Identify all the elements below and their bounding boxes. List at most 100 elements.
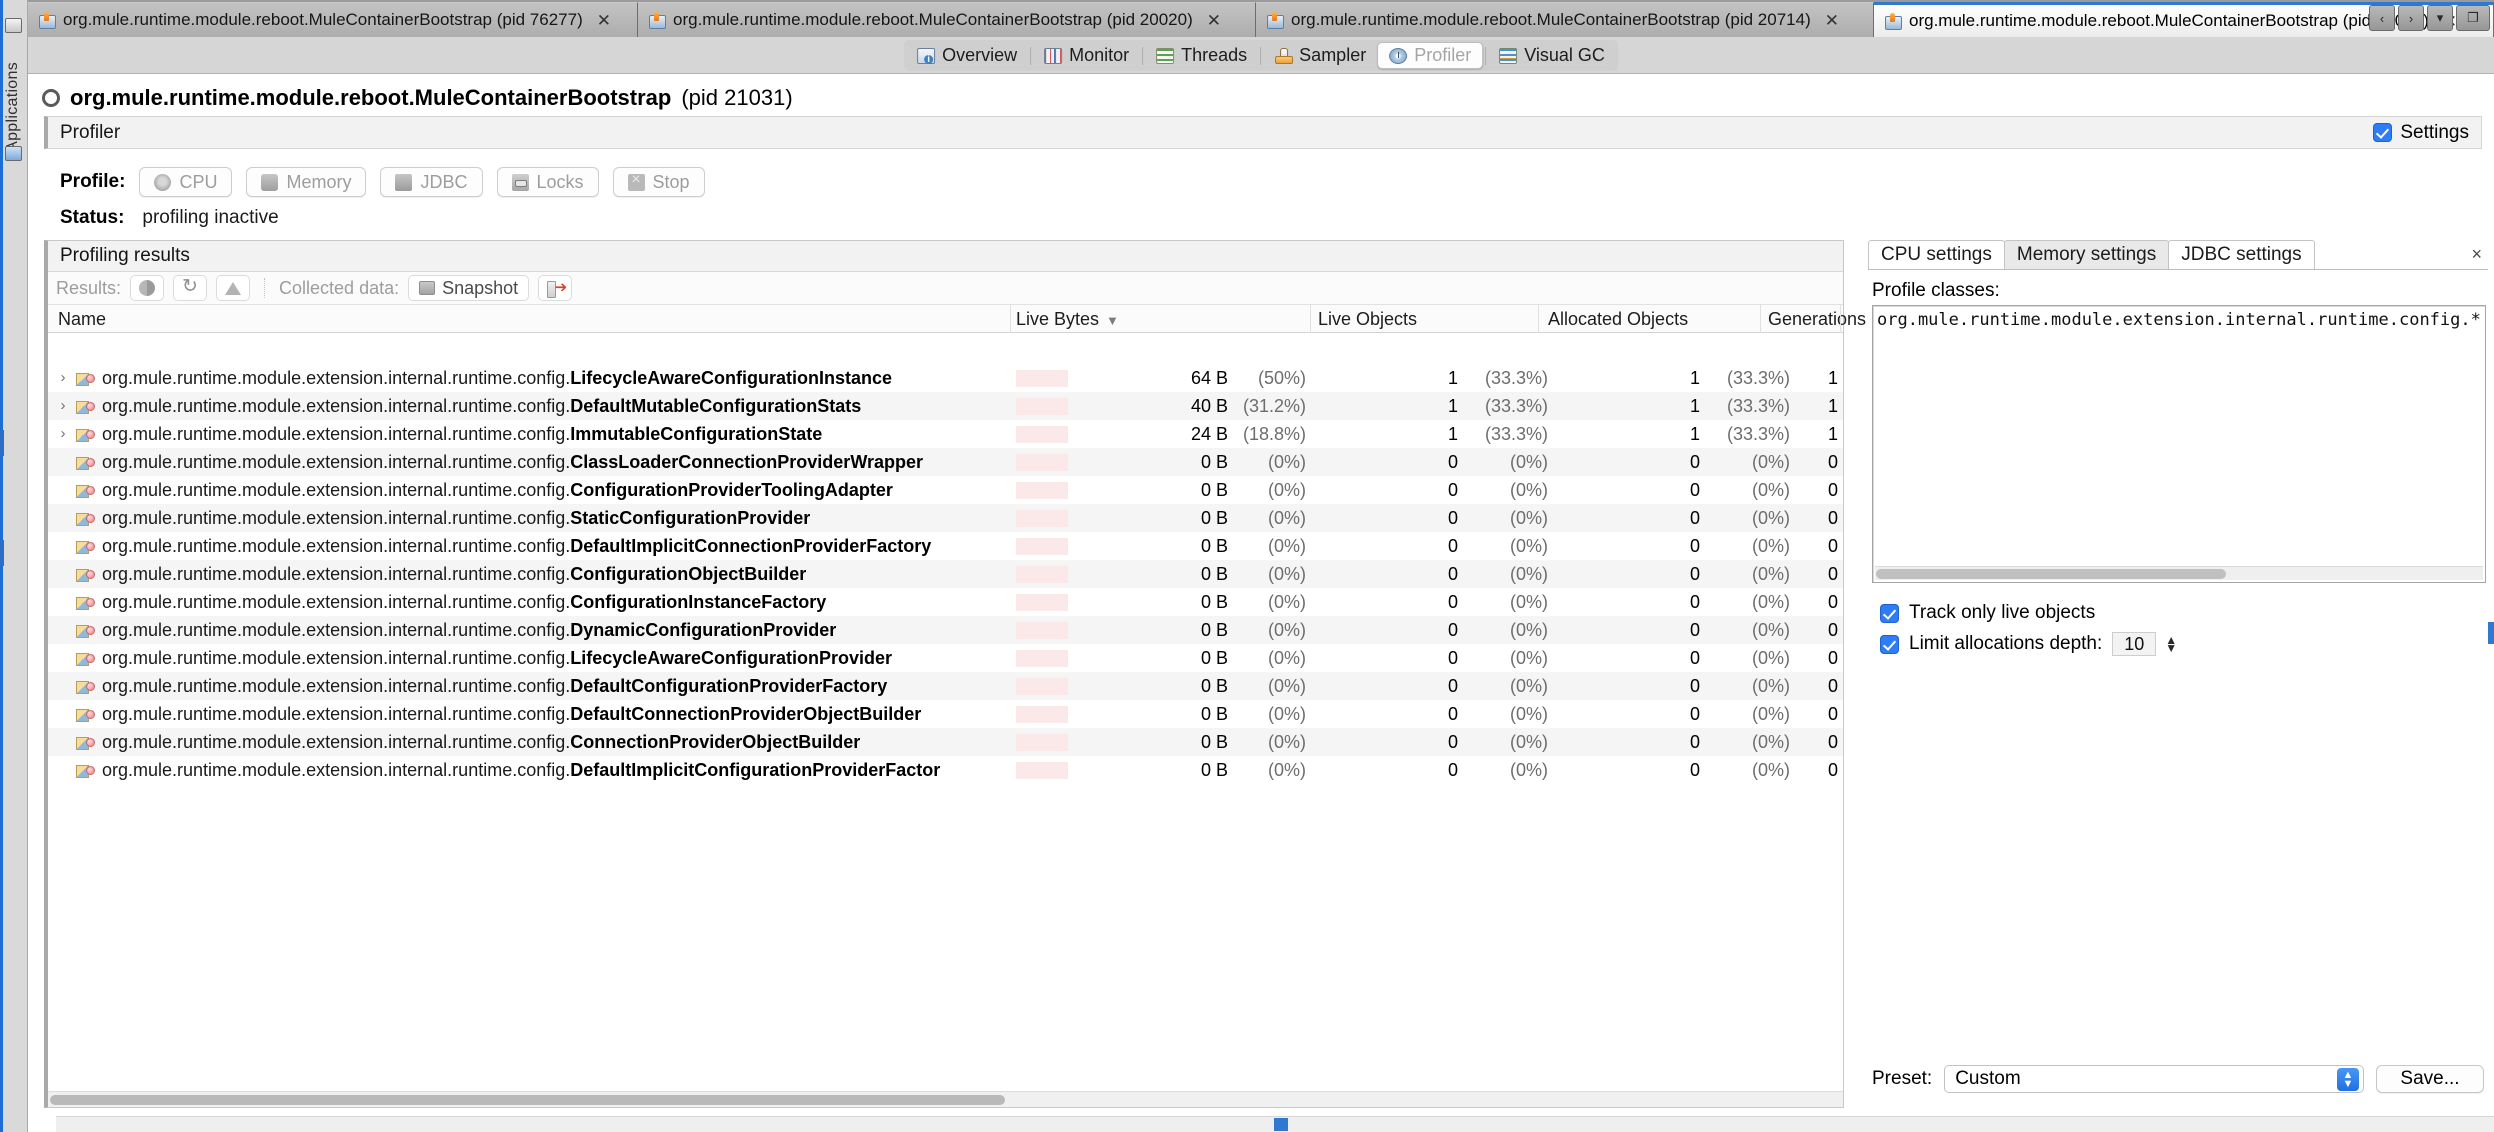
live-objects-percent-cell: (33.3%) — [1484, 368, 1548, 388]
window-tab-1[interactable]: org.mule.runtime.module.reboot.MuleConta… — [638, 2, 1256, 37]
table-row[interactable]: org.mule.runtime.module.extension.intern… — [48, 448, 1843, 476]
status-row: Status: profiling inactive — [60, 205, 279, 231]
expand-chevron-icon[interactable]: › — [56, 425, 70, 442]
scrollbar-thumb[interactable] — [1876, 569, 2226, 579]
profile-classes-input[interactable]: org.mule.runtime.module.extension.intern… — [1877, 310, 2481, 562]
profile-stop-button[interactable]: Stop — [612, 167, 705, 197]
column-header-name[interactable]: Name — [58, 309, 106, 330]
allocations-depth-input[interactable]: 10 — [2112, 632, 2157, 656]
column-header-allocated-objects[interactable]: Allocated Objects — [1548, 309, 1688, 330]
tab-threads[interactable]: Threads — [1145, 42, 1258, 69]
expand-chevron-icon[interactable]: › — [56, 397, 70, 414]
refresh-results-button[interactable] — [173, 275, 208, 301]
table-row[interactable]: › org.mule.runtime.module.extension.inter… — [48, 420, 1843, 448]
window-tab-0[interactable]: org.mule.runtime.module.reboot.MuleConta… — [28, 2, 638, 37]
tab-visual-gc[interactable]: Visual GC — [1488, 42, 1616, 69]
generations-cell: 0 — [1827, 592, 1838, 612]
table-row[interactable]: org.mule.runtime.module.extension.intern… — [48, 532, 1843, 560]
tab-jdbc-settings[interactable]: JDBC settings — [2168, 240, 2315, 269]
column-divider[interactable] — [1310, 305, 1311, 333]
column-divider[interactable] — [1760, 305, 1761, 333]
tab-next-button[interactable]: › — [2398, 5, 2424, 31]
class-name-cell: org.mule.runtime.module.extension.intern… — [102, 424, 823, 444]
close-icon[interactable]: ✕ — [1825, 12, 1839, 29]
delta-results-button[interactable] — [216, 275, 251, 301]
profile-locks-button[interactable]: Locks — [496, 167, 599, 197]
expand-chevron-icon[interactable]: › — [56, 369, 70, 386]
table-row[interactable]: › org.mule.runtime.module.extension.inter… — [48, 392, 1843, 420]
window-tab-2[interactable]: org.mule.runtime.module.reboot.MuleConta… — [1256, 2, 1874, 37]
column-header-live-bytes[interactable]: Live Bytes ▼ — [1016, 309, 1119, 330]
profile-memory-button[interactable]: Memory — [246, 167, 367, 197]
class-icon — [76, 622, 95, 638]
snapshot-icon — [419, 281, 436, 295]
live-bytes-percent-cell: (18.8%) — [1242, 424, 1306, 444]
tab-maximize-button[interactable]: ❐ — [2456, 5, 2490, 31]
live-bytes-percent-cell: (0%) — [1267, 704, 1306, 724]
applications-panel-icon[interactable] — [5, 18, 22, 33]
settings-toggle[interactable]: Settings — [2373, 122, 2469, 144]
table-row[interactable]: org.mule.runtime.module.extension.intern… — [48, 756, 1843, 784]
profile-cpu-button[interactable]: CPU — [139, 167, 233, 197]
column-divider[interactable] — [1010, 305, 1011, 333]
column-divider[interactable] — [1840, 305, 1841, 333]
tab-list-menu-button[interactable]: ▾ — [2427, 5, 2453, 31]
column-header-generations[interactable]: Generations — [1768, 309, 1866, 330]
scrollbar-thumb[interactable] — [50, 1095, 1005, 1105]
tab-overview[interactable]: Overview — [906, 42, 1028, 69]
tab-prev-button[interactable]: ‹ — [2369, 5, 2395, 31]
monitor-panel-icon[interactable] — [5, 146, 22, 161]
close-icon[interactable]: ✕ — [1207, 12, 1221, 29]
tab-sampler[interactable]: Sampler — [1263, 42, 1377, 69]
live-objects-cell: 1 — [1447, 424, 1458, 444]
profile-classes-field-wrapper[interactable]: org.mule.runtime.module.extension.intern… — [1872, 305, 2486, 583]
checkbox-icon[interactable] — [1880, 603, 1899, 623]
settings-toggle-label: Settings — [2400, 121, 2469, 143]
profile-memory-label: Memory — [286, 171, 352, 192]
live-bytes-bar — [1016, 622, 1068, 639]
checkbox-icon[interactable] — [1880, 634, 1899, 654]
table-row[interactable]: org.mule.runtime.module.extension.intern… — [48, 672, 1843, 700]
profile-jdbc-button[interactable]: JDBC — [380, 167, 483, 197]
table-row[interactable]: org.mule.runtime.module.extension.intern… — [48, 644, 1843, 672]
live-objects-percent-cell: (0%) — [1509, 676, 1548, 696]
chevron-updown-icon[interactable]: ▲ ▼ — [2337, 1068, 2359, 1091]
pause-results-button[interactable] — [130, 275, 165, 301]
limit-allocations-depth-row[interactable]: Limit allocations depth: 10 ▲ ▼ — [1880, 632, 2177, 656]
close-settings-icon[interactable]: × — [2471, 244, 2482, 265]
export-button[interactable] — [538, 275, 573, 301]
snapshot-button[interactable]: Snapshot — [408, 275, 530, 301]
results-table-body[interactable]: › org.mule.runtime.module.extension.inter… — [48, 364, 1843, 1090]
table-row[interactable]: › org.mule.runtime.module.extension.inter… — [48, 364, 1843, 392]
table-row[interactable]: org.mule.runtime.module.extension.intern… — [48, 700, 1843, 728]
live-bytes-percent-cell: (0%) — [1267, 480, 1306, 500]
save-preset-button[interactable]: Save... — [2376, 1065, 2484, 1093]
tab-memory-settings[interactable]: Memory settings — [2003, 240, 2170, 269]
track-only-live-objects-row[interactable]: Track only live objects — [1880, 602, 2095, 624]
generations-cell: 1 — [1827, 424, 1838, 444]
tab-cpu-settings[interactable]: CPU settings — [1868, 240, 2005, 269]
preset-row: Preset: Custom ▲ ▼ Save... — [1872, 1064, 2484, 1094]
profile-classes-scrollbar[interactable] — [1875, 566, 2483, 580]
checkbox-icon[interactable] — [2373, 123, 2393, 142]
table-row[interactable]: org.mule.runtime.module.extension.intern… — [48, 588, 1843, 616]
table-row[interactable]: org.mule.runtime.module.extension.intern… — [48, 504, 1843, 532]
preset-select[interactable]: Custom ▲ ▼ — [1944, 1065, 2364, 1093]
column-divider[interactable] — [1538, 305, 1539, 333]
table-row[interactable]: org.mule.runtime.module.extension.intern… — [48, 560, 1843, 588]
spinner-arrows-icon[interactable]: ▲ ▼ — [2165, 634, 2177, 654]
table-row[interactable]: org.mule.runtime.module.extension.intern… — [48, 728, 1843, 756]
tab-profiler[interactable]: Profiler — [1377, 42, 1484, 69]
table-row[interactable]: org.mule.runtime.module.extension.intern… — [48, 476, 1843, 504]
close-icon[interactable]: ✕ — [597, 12, 611, 29]
live-objects-percent-cell: (0%) — [1509, 704, 1548, 724]
live-bytes-bar — [1016, 510, 1068, 527]
generations-cell: 0 — [1827, 732, 1838, 752]
results-horizontal-scrollbar[interactable] — [48, 1091, 1843, 1107]
tab-monitor[interactable]: Monitor — [1033, 42, 1140, 69]
column-header-live-objects[interactable]: Live Objects — [1318, 309, 1417, 330]
table-row[interactable]: org.mule.runtime.module.extension.intern… — [48, 616, 1843, 644]
applications-rail[interactable]: Applications — [0, 0, 28, 1132]
memory-icon — [261, 173, 279, 191]
generations-cell: 0 — [1827, 564, 1838, 584]
